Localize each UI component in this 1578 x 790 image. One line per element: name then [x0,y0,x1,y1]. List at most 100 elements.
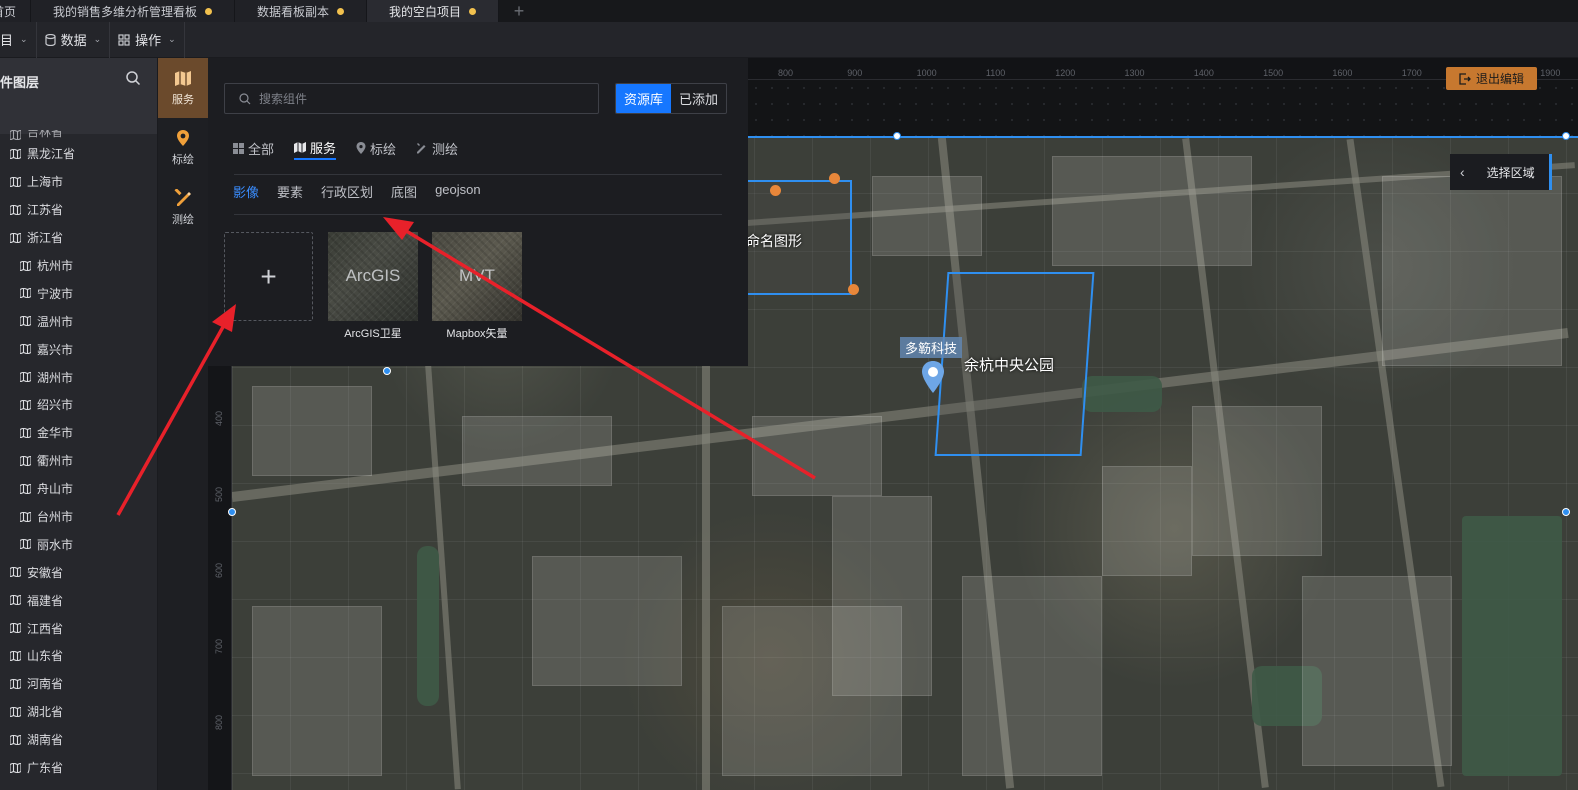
operation-menu-button[interactable]: 操作 ⌄ [110,21,185,58]
tab-service[interactable]: 服务 [294,136,337,160]
layer-item-label: 丽水市 [37,537,74,552]
layer-item[interactable]: 台州市 [0,503,157,531]
tab-dashboard-copy[interactable]: 数据看板副本 [235,0,368,22]
subtab-features[interactable]: 要素 [277,182,303,201]
region-select-button[interactable]: ‹ 选择区域 [1450,154,1552,190]
layer-item-label: 宁波市 [37,286,74,301]
subtab-admin-divisions[interactable]: 行政区划 [321,182,373,201]
chevron-down-icon: ⌄ [20,34,28,44]
tab-plot[interactable]: 标绘 [356,136,396,160]
search-icon[interactable] [125,70,141,86]
subtab-geojson[interactable]: geojson [435,182,481,201]
service-thumbnail: ArcGIS [328,232,418,321]
service-card-arcgis[interactable]: ArcGIS ArcGIS卫星 [328,232,418,341]
layer-item[interactable]: 温州市 [0,307,157,335]
resize-handle[interactable] [893,132,901,140]
tab-sales-dashboard[interactable]: 我的销售多维分析管理看板 [31,0,236,22]
iconbar-item-service[interactable]: 服务 [158,58,208,118]
map-icon [20,427,31,438]
layer-item-label: 江苏省 [27,203,64,218]
ruler-pencil-icon [174,189,191,206]
layer-item[interactable]: 金华市 [0,419,157,447]
tab-all[interactable]: 全部 [233,136,274,160]
polygon-vertex-handle[interactable] [770,185,781,196]
resize-handle[interactable] [228,508,236,516]
ruler-tick-label: 900 [847,68,863,78]
layer-item[interactable]: 舟山市 [0,475,157,503]
layer-item-label: 黑龙江省 [27,147,76,162]
map-icon [20,316,31,327]
tab-survey[interactable]: 测绘 [416,136,458,160]
layer-item[interactable]: 湖南省 [0,726,157,754]
layer-item[interactable]: 杭州市 [0,252,157,280]
project-menu-button[interactable]: 目 ⌄ [0,21,37,58]
layer-item[interactable]: 福建省 [0,586,157,614]
ruler-tick-label: 1100 [985,68,1006,78]
component-search-input[interactable] [259,91,559,106]
resize-handle[interactable] [1562,508,1570,516]
ruler-tick-label: 1700 [1401,68,1422,78]
service-sub-tabs: 影像 要素 行政区划 底图 geojson [233,182,481,201]
layer-item[interactable]: 湖北省 [0,698,157,726]
layer-item[interactable]: 丽水市 [0,530,157,558]
source-library-button[interactable]: 资源库 [616,84,672,113]
resize-handle[interactable] [383,367,391,375]
ruler-tick-label: 600 [214,562,224,578]
map-icon [20,539,31,550]
map-icon [20,372,31,383]
layer-item[interactable]: 衢州市 [0,447,157,475]
layer-item[interactable]: 湖州市 [0,363,157,391]
polygon-vertex-handle[interactable] [848,284,859,295]
polygon-vertex-handle[interactable] [829,173,840,184]
layer-item-label: 温州市 [37,314,74,329]
map-block [1302,576,1452,766]
layer-item-label: 福建省 [27,593,64,608]
add-service-button[interactable]: + [224,232,313,321]
layer-item[interactable]: 吉林省 [0,130,157,140]
divider [234,174,722,175]
layer-item-label: 河南省 [27,677,64,692]
layer-item[interactable]: 上海市 [0,168,157,196]
tab-home[interactable]: 首页 [0,0,32,22]
layer-panel-title: 件图层 [0,75,40,90]
layer-item[interactable]: 绍兴市 [0,391,157,419]
ruler-tick-label: 1400 [1193,68,1214,78]
layer-item[interactable]: 江苏省 [0,196,157,224]
divider [234,214,722,215]
layer-item-label: 安徽省 [27,565,64,580]
ruler-tick-label: 1200 [1055,68,1076,78]
subtab-basemap[interactable]: 底图 [391,182,417,201]
layer-item[interactable]: 河南省 [0,670,157,698]
data-menu-button[interactable]: 数据 ⌄ [37,21,111,58]
map-block [722,606,902,776]
layer-panel: 件图层 吉林省黑龙江省上海市江苏省浙江省 杭州市宁波市温州市嘉兴市 湖州市 绍兴市 金华… [0,58,158,790]
add-tab-icon[interactable]: + [499,0,539,22]
layer-tree: 吉林省黑龙江省上海市江苏省浙江省 杭州市宁波市温州市嘉兴市 湖州市 绍兴市 金华市 衢州市… [0,130,157,781]
map-block [462,416,612,486]
map-icon [10,567,21,578]
ruler-tick-label: 800 [214,714,224,730]
poi-label: 多簕科技 [900,337,963,358]
unsaved-dot-icon [205,7,213,15]
iconbar-item-survey[interactable]: 测绘 [158,178,208,238]
component-library-panel: 资源库 已添加 全部 服务 标绘 测绘 影像 要素 行政区划 底图 geojso… [208,58,748,366]
tab-bar: 首页 我的销售多维分析管理看板 数据看板副本 我的空白项目 + [0,0,1578,22]
subtab-imagery[interactable]: 影像 [233,182,259,201]
chevron-left-icon: ‹ [1460,164,1465,180]
iconbar-item-plot[interactable]: 标绘 [158,118,208,178]
map-icon [175,70,191,86]
layer-item[interactable]: 安徽省 [0,558,157,586]
layer-item[interactable]: 浙江省 [0,224,157,252]
source-added-button[interactable]: 已添加 [671,84,726,113]
service-card-mapbox[interactable]: MVT Mapbox矢量 [432,232,522,341]
layer-item[interactable]: 江西省 [0,614,157,642]
layer-item[interactable]: 宁波市 [0,279,157,307]
layer-item[interactable]: 山东省 [0,642,157,670]
layer-item[interactable]: 广东省 [0,754,157,782]
layer-item[interactable]: 黑龙江省 [0,140,157,168]
layer-item[interactable]: 嘉兴市 [0,335,157,363]
location-pin-icon[interactable] [920,360,946,394]
tab-blank-project[interactable]: 我的空白项目 [367,0,500,22]
exit-edit-button[interactable]: 退出编辑 [1446,67,1537,90]
resize-handle[interactable] [1562,132,1570,140]
